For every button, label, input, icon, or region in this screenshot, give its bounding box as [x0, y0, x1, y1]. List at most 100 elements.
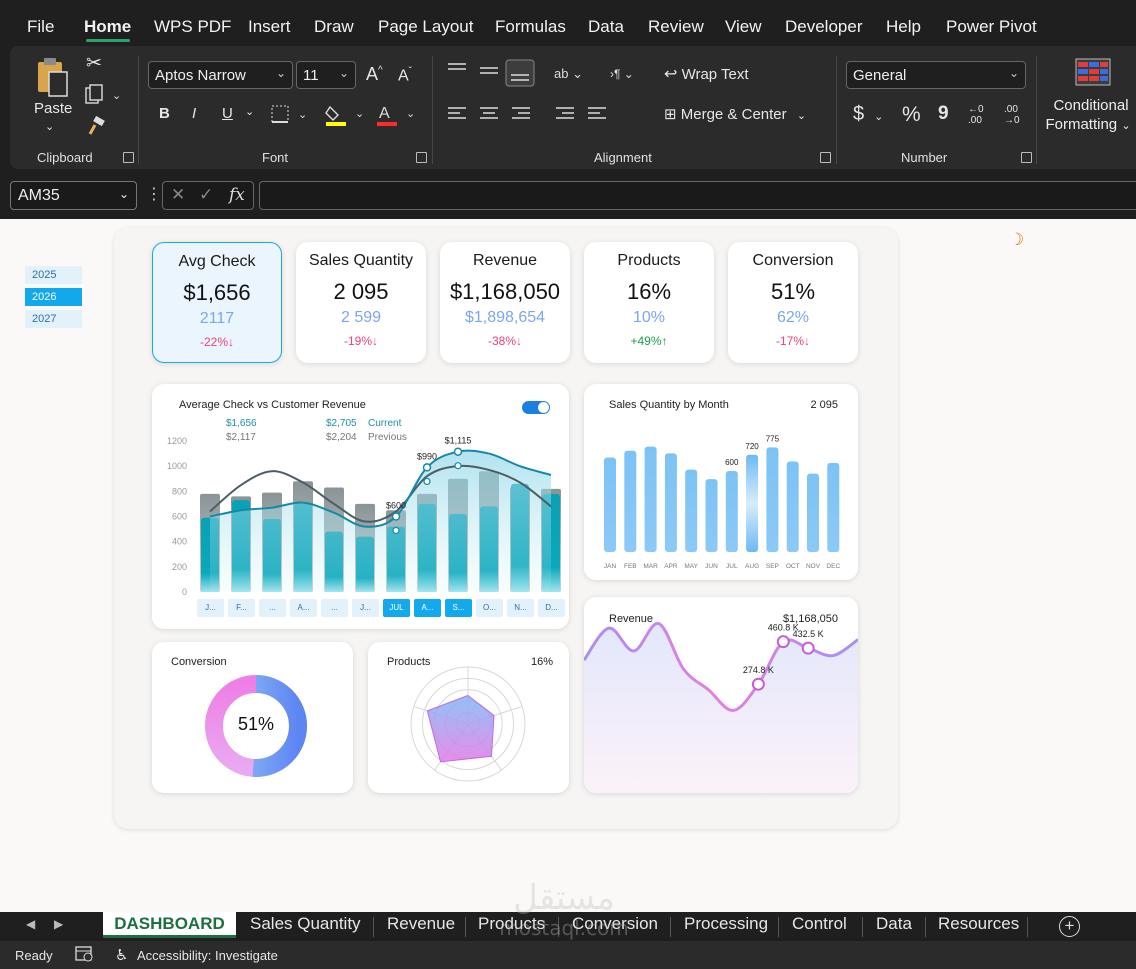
theme-moon-icon[interactable]: ☽	[1009, 230, 1024, 250]
tab-sales-quantity[interactable]: Sales Quantity	[250, 912, 361, 938]
revenue-chart-card: Revenue $1,168,050 274.8 K 460.8 K 432.5 K	[584, 597, 858, 793]
status-accessibility[interactable]: Accessibility: Investigate	[137, 948, 278, 963]
tab-processing[interactable]: Processing	[684, 912, 768, 938]
chevron-down-icon[interactable]: ⌄	[245, 105, 254, 118]
name-box[interactable]: AM35 ⌄	[10, 181, 137, 210]
kpi-sales-quantity[interactable]: Sales Quantity 2 095 2 599 -19%↓	[296, 242, 426, 363]
scroll-left-icon[interactable]: ◀	[26, 917, 35, 931]
menu-wps-pdf[interactable]: WPS PDF	[154, 17, 231, 37]
month-slicer-button[interactable]: ...	[259, 599, 286, 617]
tab-revenue[interactable]: Revenue	[387, 912, 455, 938]
menu-page-layout[interactable]: Page Layout	[378, 17, 473, 37]
svg-text:⌄: ⌄	[355, 108, 364, 120]
menu-file[interactable]: File	[27, 17, 54, 37]
menu-formulas[interactable]: Formulas	[495, 17, 566, 37]
menu-help[interactable]: Help	[886, 17, 921, 37]
menu-review[interactable]: Review	[648, 17, 704, 37]
add-sheet-icon[interactable]: +	[1059, 916, 1080, 937]
tab-resources[interactable]: Resources	[938, 912, 1019, 938]
month-slicer-button[interactable]: JUL	[383, 599, 410, 617]
copy-button[interactable]: ⌄	[84, 84, 124, 110]
kpi-value: 51%	[770, 279, 816, 304]
font-family-select[interactable]: Aptos Narrow ⌄	[148, 61, 293, 89]
grow-font-button[interactable]: A^	[366, 64, 383, 85]
x-tick-label: APR	[664, 563, 678, 570]
decrease-decimal-icon[interactable]: .00 →0	[1004, 104, 1020, 126]
year-slicer-2027[interactable]: 2027	[25, 310, 82, 328]
cut-icon[interactable]: ✂	[86, 52, 102, 75]
tab-products[interactable]: Products	[478, 912, 545, 938]
menu-view[interactable]: View	[725, 17, 762, 37]
revenue-area	[210, 450, 551, 592]
menu-data[interactable]: Data	[588, 17, 624, 37]
month-slicer-button[interactable]: A...	[414, 599, 441, 617]
menu-power-pivot[interactable]: Power Pivot	[946, 17, 1037, 37]
tab-data[interactable]: Data	[876, 912, 912, 938]
comma-style-button[interactable]: 9	[938, 103, 949, 125]
merge-center-button[interactable]: ⊞ Merge & Center ⌄	[664, 105, 806, 123]
year-slicer-2025[interactable]: 2025	[25, 266, 82, 284]
x-tick-label: NOV	[806, 563, 821, 570]
kpi-delta: -38%↓	[487, 334, 522, 348]
y-tick-label: 1000	[167, 461, 187, 471]
underline-button[interactable]: U	[222, 105, 233, 122]
kpi-conversion[interactable]: Conversion 51% 62% -17%↓	[728, 242, 858, 363]
kpi-avg-check[interactable]: Avg Check $1,656 2117 -22%↓	[152, 242, 282, 363]
conditional-formatting-button[interactable]: Conditional Formatting ⌄	[1045, 58, 1136, 138]
menu-draw[interactable]: Draw	[314, 17, 354, 37]
paste-button[interactable]: Paste ⌄	[28, 54, 74, 136]
accessibility-icon[interactable]: ♿	[115, 946, 128, 964]
formula-input[interactable]	[259, 181, 1136, 210]
worksheet[interactable]: 2025 2026 2027 ☽ Avg Check $1,656 2117 -…	[0, 219, 1136, 912]
menu-home[interactable]: Home	[84, 17, 131, 37]
tab-conversion[interactable]: Conversion	[572, 912, 658, 938]
chevron-down-icon: ⌄	[796, 110, 807, 122]
bold-button[interactable]: B	[159, 105, 170, 122]
insert-function-icon[interactable]: fx	[229, 185, 245, 205]
kpi-products[interactable]: Products 16% 10% +49%↑	[584, 242, 714, 363]
group-separator	[1036, 56, 1037, 164]
kpi-title: Sales Quantity	[308, 252, 414, 269]
clipboard-launcher-icon[interactable]	[123, 152, 134, 163]
month-slicer-button[interactable]: D...	[538, 599, 565, 617]
tab-dashboard[interactable]: DASHBOARD	[103, 912, 236, 938]
macro-record-icon[interactable]	[75, 945, 95, 966]
month-slicer-button[interactable]: S...	[445, 599, 472, 617]
month-slicer-button[interactable]: ...	[321, 599, 348, 617]
italic-button[interactable]: I	[192, 105, 196, 122]
month-slicer-button[interactable]: O...	[476, 599, 503, 617]
font-launcher-icon[interactable]	[416, 152, 427, 163]
menu-insert[interactable]: Insert	[248, 17, 291, 37]
month-slicer-button[interactable]: F...	[228, 599, 255, 617]
borders-button[interactable]: ⌄	[270, 104, 310, 128]
tab-control[interactable]: Control	[792, 912, 847, 938]
month-slicer-button[interactable]: J...	[352, 599, 379, 617]
font-family-value: Aptos Narrow	[155, 67, 246, 84]
number-launcher-icon[interactable]	[1021, 152, 1032, 163]
fill-color-button[interactable]: ⌄	[325, 103, 369, 131]
alignment-launcher-icon[interactable]	[820, 152, 831, 163]
more-options-icon[interactable]: ⋮	[146, 184, 162, 204]
kpi-revenue[interactable]: Revenue $1,168,050 $1,898,654 -38%↓	[440, 242, 570, 363]
menu-developer[interactable]: Developer	[785, 17, 863, 37]
cancel-icon[interactable]: ✕	[171, 185, 185, 205]
scroll-right-icon[interactable]: ▶	[54, 917, 63, 931]
kpi-title: Revenue	[472, 252, 538, 269]
number-format-select[interactable]: General ⌄	[846, 61, 1026, 89]
enter-icon[interactable]: ✓	[199, 185, 213, 205]
percent-button[interactable]: %	[902, 103, 921, 127]
currency-button[interactable]: $ ⌄	[853, 103, 883, 126]
wrap-text-button[interactable]: ↩ Wrap Text	[664, 64, 749, 84]
month-slicer-button[interactable]: N...	[507, 599, 534, 617]
font-color-button[interactable]: A ⌄	[376, 103, 420, 131]
year-slicer-2026[interactable]: 2026	[25, 288, 82, 306]
shrink-font-button[interactable]: Aˇ	[398, 66, 412, 85]
month-slicer-button[interactable]: J...	[197, 599, 224, 617]
bar	[624, 450, 637, 552]
format-painter-icon[interactable]	[86, 115, 106, 140]
increase-decimal-icon[interactable]: ←0.00	[968, 104, 984, 126]
font-size-select[interactable]: 11 ⌄	[296, 61, 356, 89]
month-slicer-button[interactable]: A...	[290, 599, 317, 617]
shrink-font-icon: A	[398, 67, 409, 85]
svg-text:⌄: ⌄	[406, 108, 415, 120]
